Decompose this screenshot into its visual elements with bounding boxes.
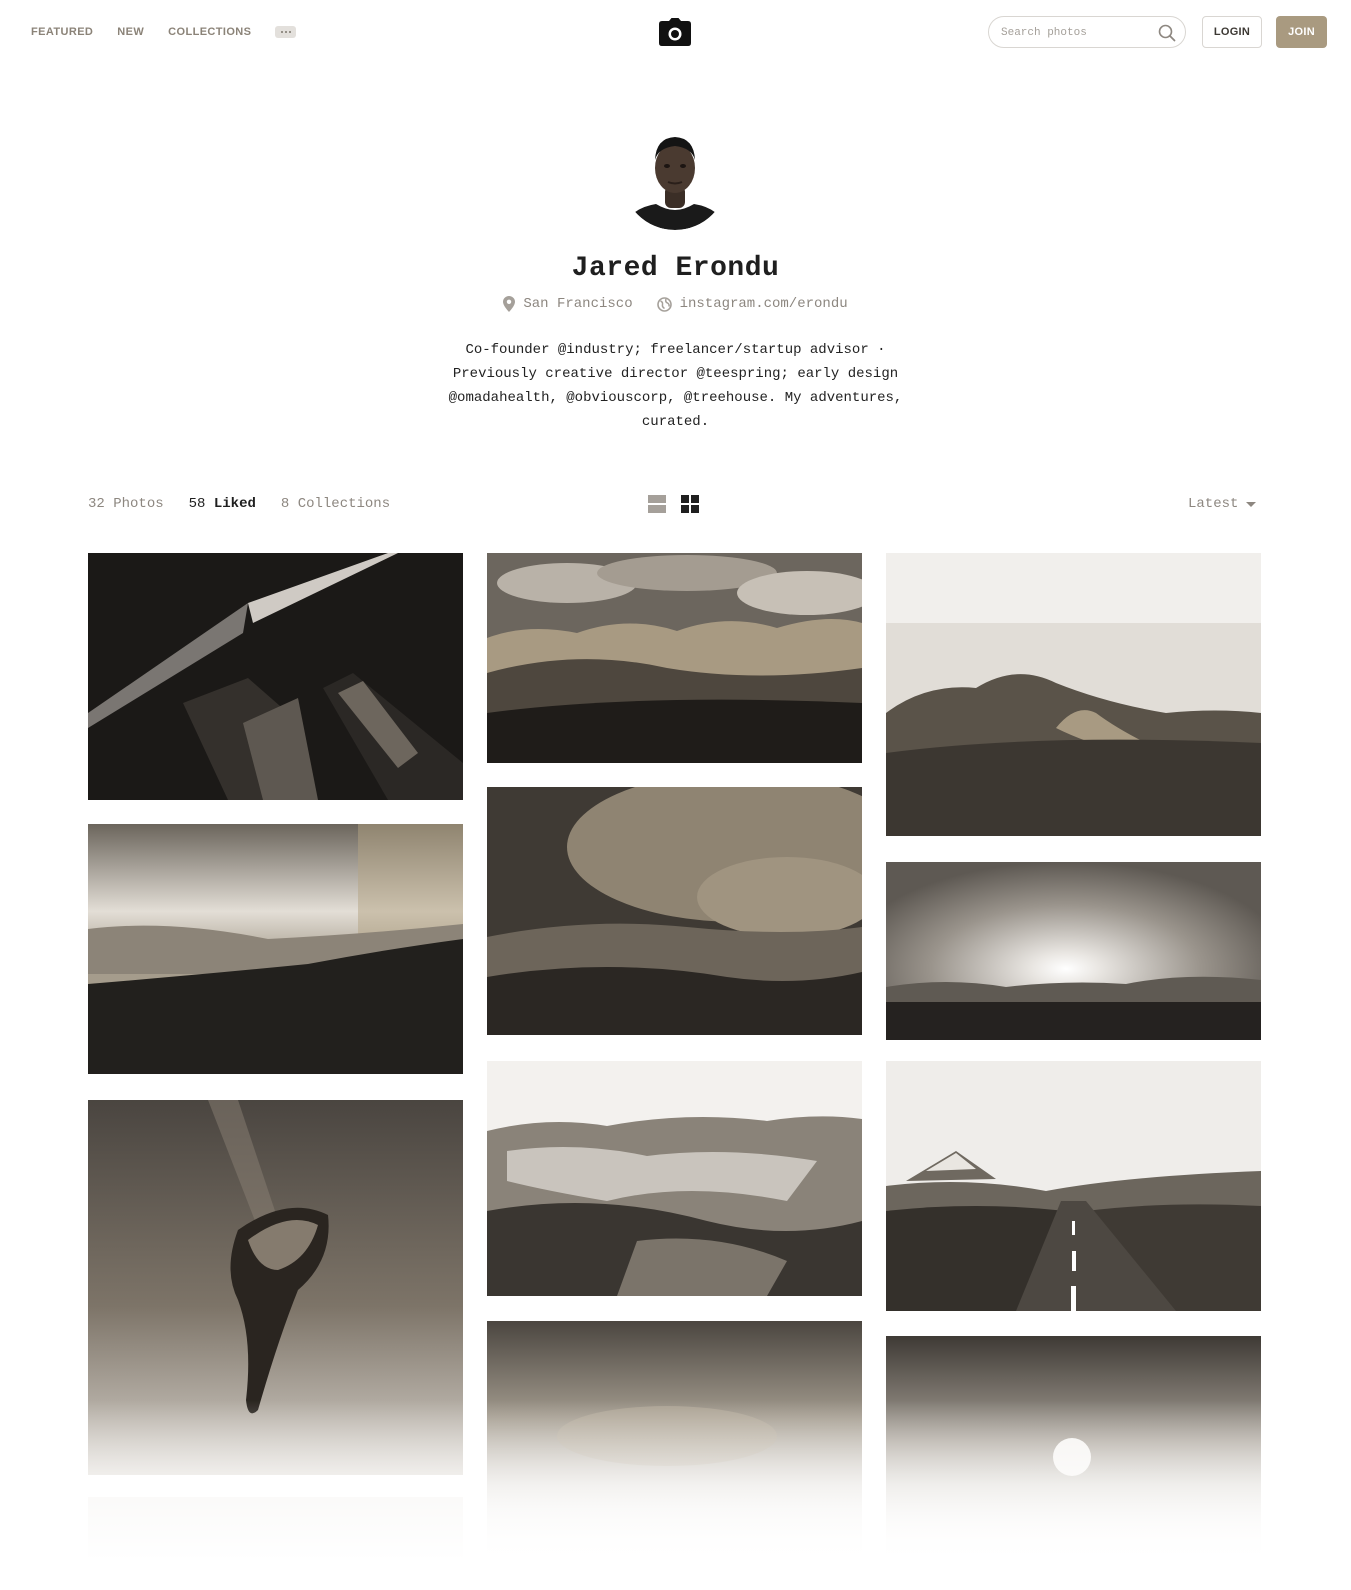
grid-view-icon[interactable] — [681, 495, 699, 513]
search-box[interactable] — [988, 16, 1186, 48]
globe-icon — [656, 296, 672, 312]
location: San Francisco — [503, 296, 633, 312]
website-link[interactable]: instagram.com/erondu — [680, 296, 848, 312]
photo-stormy-landscape[interactable] — [487, 787, 862, 1035]
chevron-down-icon — [1246, 501, 1257, 507]
photo-faded[interactable] — [88, 1497, 463, 1590]
sort-dropdown[interactable]: Latest — [1188, 496, 1257, 512]
profile-bio: Co-founder @industry; freelancer/startup… — [448, 342, 903, 430]
nav-featured[interactable]: FEATURED — [31, 24, 93, 40]
website: instagram.com/erondu — [656, 296, 848, 312]
photo-mountain-road[interactable] — [886, 1061, 1261, 1311]
camera-icon[interactable] — [659, 18, 691, 46]
collections-label: Collections — [297, 496, 391, 512]
join-button[interactable]: JOIN — [1276, 16, 1327, 48]
collections-count: 8 — [280, 496, 290, 512]
photo-moon-horizon[interactable] — [886, 1336, 1261, 1571]
ellipsis-icon[interactable] — [275, 26, 297, 38]
location-text: San Francisco — [523, 296, 633, 312]
nav-new[interactable]: NEW — [117, 24, 144, 40]
photo-skyscraper[interactable] — [88, 553, 463, 800]
photos-count: 32 — [88, 496, 105, 512]
top-bar: FEATURED NEW COLLECTIONS LOGIN JOIN — [0, 0, 1351, 64]
photo-misty-hillside[interactable] — [88, 824, 463, 1074]
search-input[interactable] — [1001, 24, 1151, 41]
nav-collections[interactable]: COLLECTIONS — [168, 24, 251, 40]
list-view-icon[interactable] — [648, 495, 666, 513]
search-icon[interactable] — [1158, 24, 1176, 42]
view-toggle — [648, 495, 699, 513]
map-pin-icon — [503, 296, 516, 312]
tab-collections[interactable]: 8 Collections — [281, 496, 390, 512]
tab-photos[interactable]: 32 Photos — [88, 496, 164, 512]
photo-underwater-swimmer[interactable] — [88, 1100, 463, 1475]
photo-green-hills-road[interactable] — [886, 553, 1261, 836]
profile-meta: San Francisco instagram.com/erondu — [0, 296, 1351, 312]
tab-liked[interactable]: 58 Liked — [189, 496, 256, 512]
photo-sunset-horizon[interactable] — [886, 862, 1261, 1040]
main-nav: FEATURED NEW COLLECTIONS — [31, 24, 297, 40]
liked-count: 58 — [188, 496, 206, 512]
login-button[interactable]: LOGIN — [1202, 16, 1262, 48]
photo-foggy-landscape[interactable] — [487, 1321, 862, 1571]
avatar — [622, 124, 728, 230]
liked-label: Liked — [213, 496, 256, 512]
photo-glacier[interactable] — [487, 1061, 862, 1296]
sort-label: Latest — [1188, 496, 1239, 512]
profile-name: Jared Erondu — [571, 253, 780, 284]
profile-tabs: 32 Photos 58 Liked 8 Collections — [88, 496, 415, 512]
photos-label: Photos — [113, 496, 164, 512]
photo-cloudy-mountain-valley[interactable] — [487, 553, 862, 763]
